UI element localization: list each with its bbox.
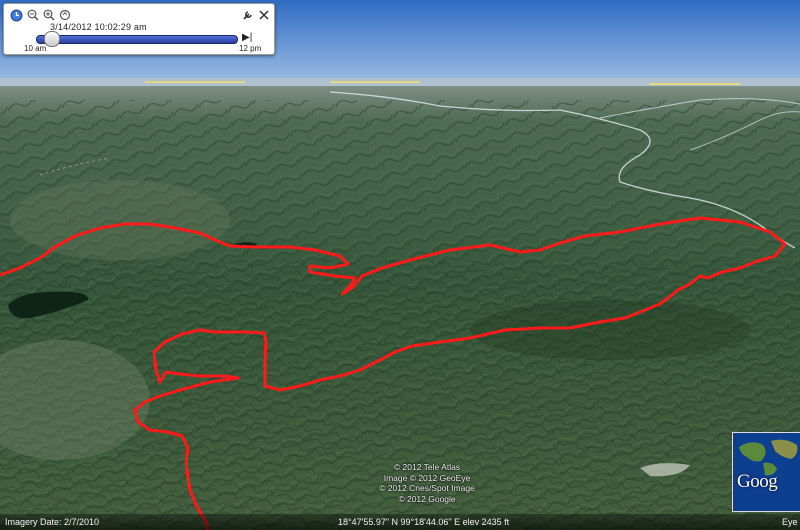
time-slider-handle[interactable] — [44, 31, 60, 47]
imagery-date: Imagery Date: 2/7/2010 — [5, 517, 100, 527]
zoom-out-icon[interactable] — [26, 8, 40, 22]
coordinates-readout: 18°47'55.97" N 99°18'44.06" E elev 2435 … — [338, 517, 510, 527]
credit-line: © 2012 Tele Atlas — [393, 462, 461, 472]
eye-altitude-label: Eye — [782, 517, 798, 527]
clock-icon[interactable] — [9, 8, 23, 22]
status-bar: Imagery Date: 2/7/2010 18°47'55.97" N 99… — [0, 514, 800, 530]
map-view[interactable]: 3/14/2012 10:02:29 am ▶| 10 am 12 pm © 2… — [0, 0, 800, 530]
time-slider-end-label: 12 pm — [239, 44, 262, 53]
animation-speed-icon[interactable] — [58, 8, 72, 22]
time-slider-start-label: 10 am — [24, 44, 47, 53]
credit-line: © 2012 Google — [398, 493, 456, 504]
valley-patch — [10, 180, 230, 260]
time-slider-track[interactable] — [36, 35, 238, 44]
credit-line: Image © 2012 GeoEye — [383, 472, 471, 483]
google-logo: Goog — [737, 471, 778, 492]
copyright-credits: © 2012 Tele Atlas Image © 2012 GeoEye © … — [352, 462, 502, 504]
credit-line: © 2012 Cnes/Spot Image — [379, 483, 475, 493]
terrain-view[interactable] — [0, 0, 800, 530]
settings-wrench-icon[interactable] — [241, 8, 255, 22]
time-slider-date: 3/14/2012 10:02:29 am — [50, 22, 147, 32]
time-slider-panel: 3/14/2012 10:02:29 am ▶| 10 am 12 pm — [3, 3, 275, 55]
step-end-icon[interactable]: ▶| — [242, 32, 252, 43]
google-overview-thumbnail[interactable]: Goog — [732, 432, 800, 512]
zoom-in-icon[interactable] — [42, 8, 56, 22]
close-icon[interactable] — [257, 8, 271, 22]
